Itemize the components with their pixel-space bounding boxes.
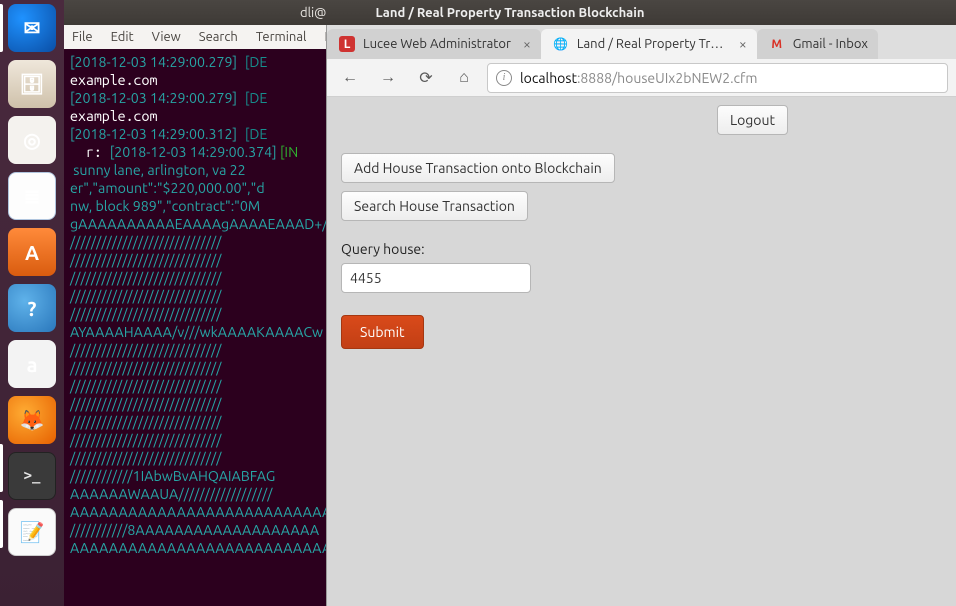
query-house-label: Query house: — [341, 241, 942, 257]
url-path: :8888/houseUIx2bNEW2.cfm — [577, 70, 758, 86]
menu-view[interactable]: View — [152, 30, 181, 44]
drawer-icon: 🗄 — [19, 72, 44, 96]
menu-file[interactable]: File — [72, 30, 93, 44]
tab-label: Gmail - Inbox — [793, 37, 868, 51]
home-icon: ⌂ — [459, 68, 469, 87]
window-title: Land / Real Property Transaction Blockch… — [376, 6, 645, 20]
tab-gmail[interactable]: M Gmail - Inbox — [757, 29, 878, 59]
gmail-icon: M — [769, 36, 785, 52]
launcher-terminal[interactable]: >_ — [8, 452, 56, 500]
firefox-icon: 🦊 — [20, 408, 45, 432]
add-transaction-button[interactable]: Add House Transaction onto Blockchain — [341, 153, 615, 183]
amazon-icon: a — [27, 353, 38, 376]
terminal-icon: >_ — [24, 468, 41, 484]
menu-edit[interactable]: Edit — [111, 30, 134, 44]
launcher-help[interactable]: ? — [8, 284, 56, 332]
terminal-title-user: dli@ — [300, 6, 326, 20]
running-indicator — [0, 4, 3, 52]
help-icon: ? — [28, 297, 37, 320]
document-icon: ≣ — [24, 184, 41, 208]
info-icon[interactable]: i — [496, 70, 512, 86]
home-button[interactable]: ⌂ — [449, 63, 479, 93]
submit-button[interactable]: Submit — [341, 315, 424, 349]
menu-terminal[interactable]: Terminal — [256, 30, 307, 44]
tab-lucee[interactable]: L Lucee Web Administrator × — [327, 29, 541, 59]
mail-icon: ✉ — [24, 16, 41, 40]
speaker-icon: ◎ — [23, 128, 40, 152]
close-icon[interactable]: × — [523, 36, 531, 52]
reload-icon: ⟳ — [419, 68, 432, 87]
back-button[interactable]: ← — [335, 63, 365, 93]
launcher-rhythmbox[interactable]: ◎ — [8, 116, 56, 164]
terminal-menubar: File Edit View Search Terminal H — [64, 25, 326, 49]
launcher-amazon[interactable]: a — [8, 340, 56, 388]
running-indicator — [0, 500, 3, 548]
search-transaction-button[interactable]: Search House Transaction — [341, 191, 528, 221]
notepad-icon: 📝 — [20, 520, 45, 544]
tab-land-property[interactable]: 🌐 Land / Real Property Transa × — [541, 29, 757, 59]
terminal-output[interactable]: [2018-12-03 14:29:00.279] [DE example.co… — [64, 49, 326, 561]
window-titlebar: dli@ Land / Real Property Transaction Bl… — [64, 0, 956, 25]
globe-icon: 🌐 — [553, 36, 569, 52]
bag-icon: A — [25, 241, 39, 264]
url-bar[interactable]: i localhost:8888/houseUIx2bNEW2.cfm — [487, 63, 948, 93]
lucee-icon: L — [339, 36, 355, 52]
url-host: localhost — [520, 70, 577, 86]
launcher-files[interactable]: 🗄 — [8, 60, 56, 108]
launcher-software[interactable]: A — [8, 228, 56, 276]
launcher-firefox[interactable]: 🦊 — [8, 396, 56, 444]
query-house-input[interactable] — [341, 263, 531, 293]
tab-strip: L Lucee Web Administrator × 🌐 Land / Rea… — [327, 25, 956, 59]
launcher-gedit[interactable]: 📝 — [8, 508, 56, 556]
reload-button[interactable]: ⟳ — [411, 63, 441, 93]
terminal-window: File Edit View Search Terminal H [2018-1… — [64, 25, 326, 606]
launcher-thunderbird[interactable]: ✉ — [8, 4, 56, 52]
tab-label: Land / Real Property Transa — [577, 37, 727, 51]
arrow-right-icon: → — [380, 68, 396, 87]
logout-button[interactable]: Logout — [717, 105, 788, 135]
arrow-left-icon: ← — [342, 68, 358, 87]
launcher: ✉ 🗄 ◎ ≣ A ? a 🦊 >_ 📝 — [0, 0, 64, 606]
close-icon[interactable]: × — [739, 36, 747, 52]
menu-search[interactable]: Search — [199, 30, 238, 44]
nav-toolbar: ← → ⟳ ⌂ i localhost:8888/houseUIx2bNEW2.… — [327, 59, 956, 97]
forward-button[interactable]: → — [373, 63, 403, 93]
page-content: Logout Add House Transaction onto Blockc… — [327, 97, 956, 606]
running-indicator — [0, 444, 3, 492]
firefox-window: L Lucee Web Administrator × 🌐 Land / Rea… — [326, 25, 956, 606]
launcher-libreoffice[interactable]: ≣ — [8, 172, 56, 220]
tab-label: Lucee Web Administrator — [363, 37, 511, 51]
